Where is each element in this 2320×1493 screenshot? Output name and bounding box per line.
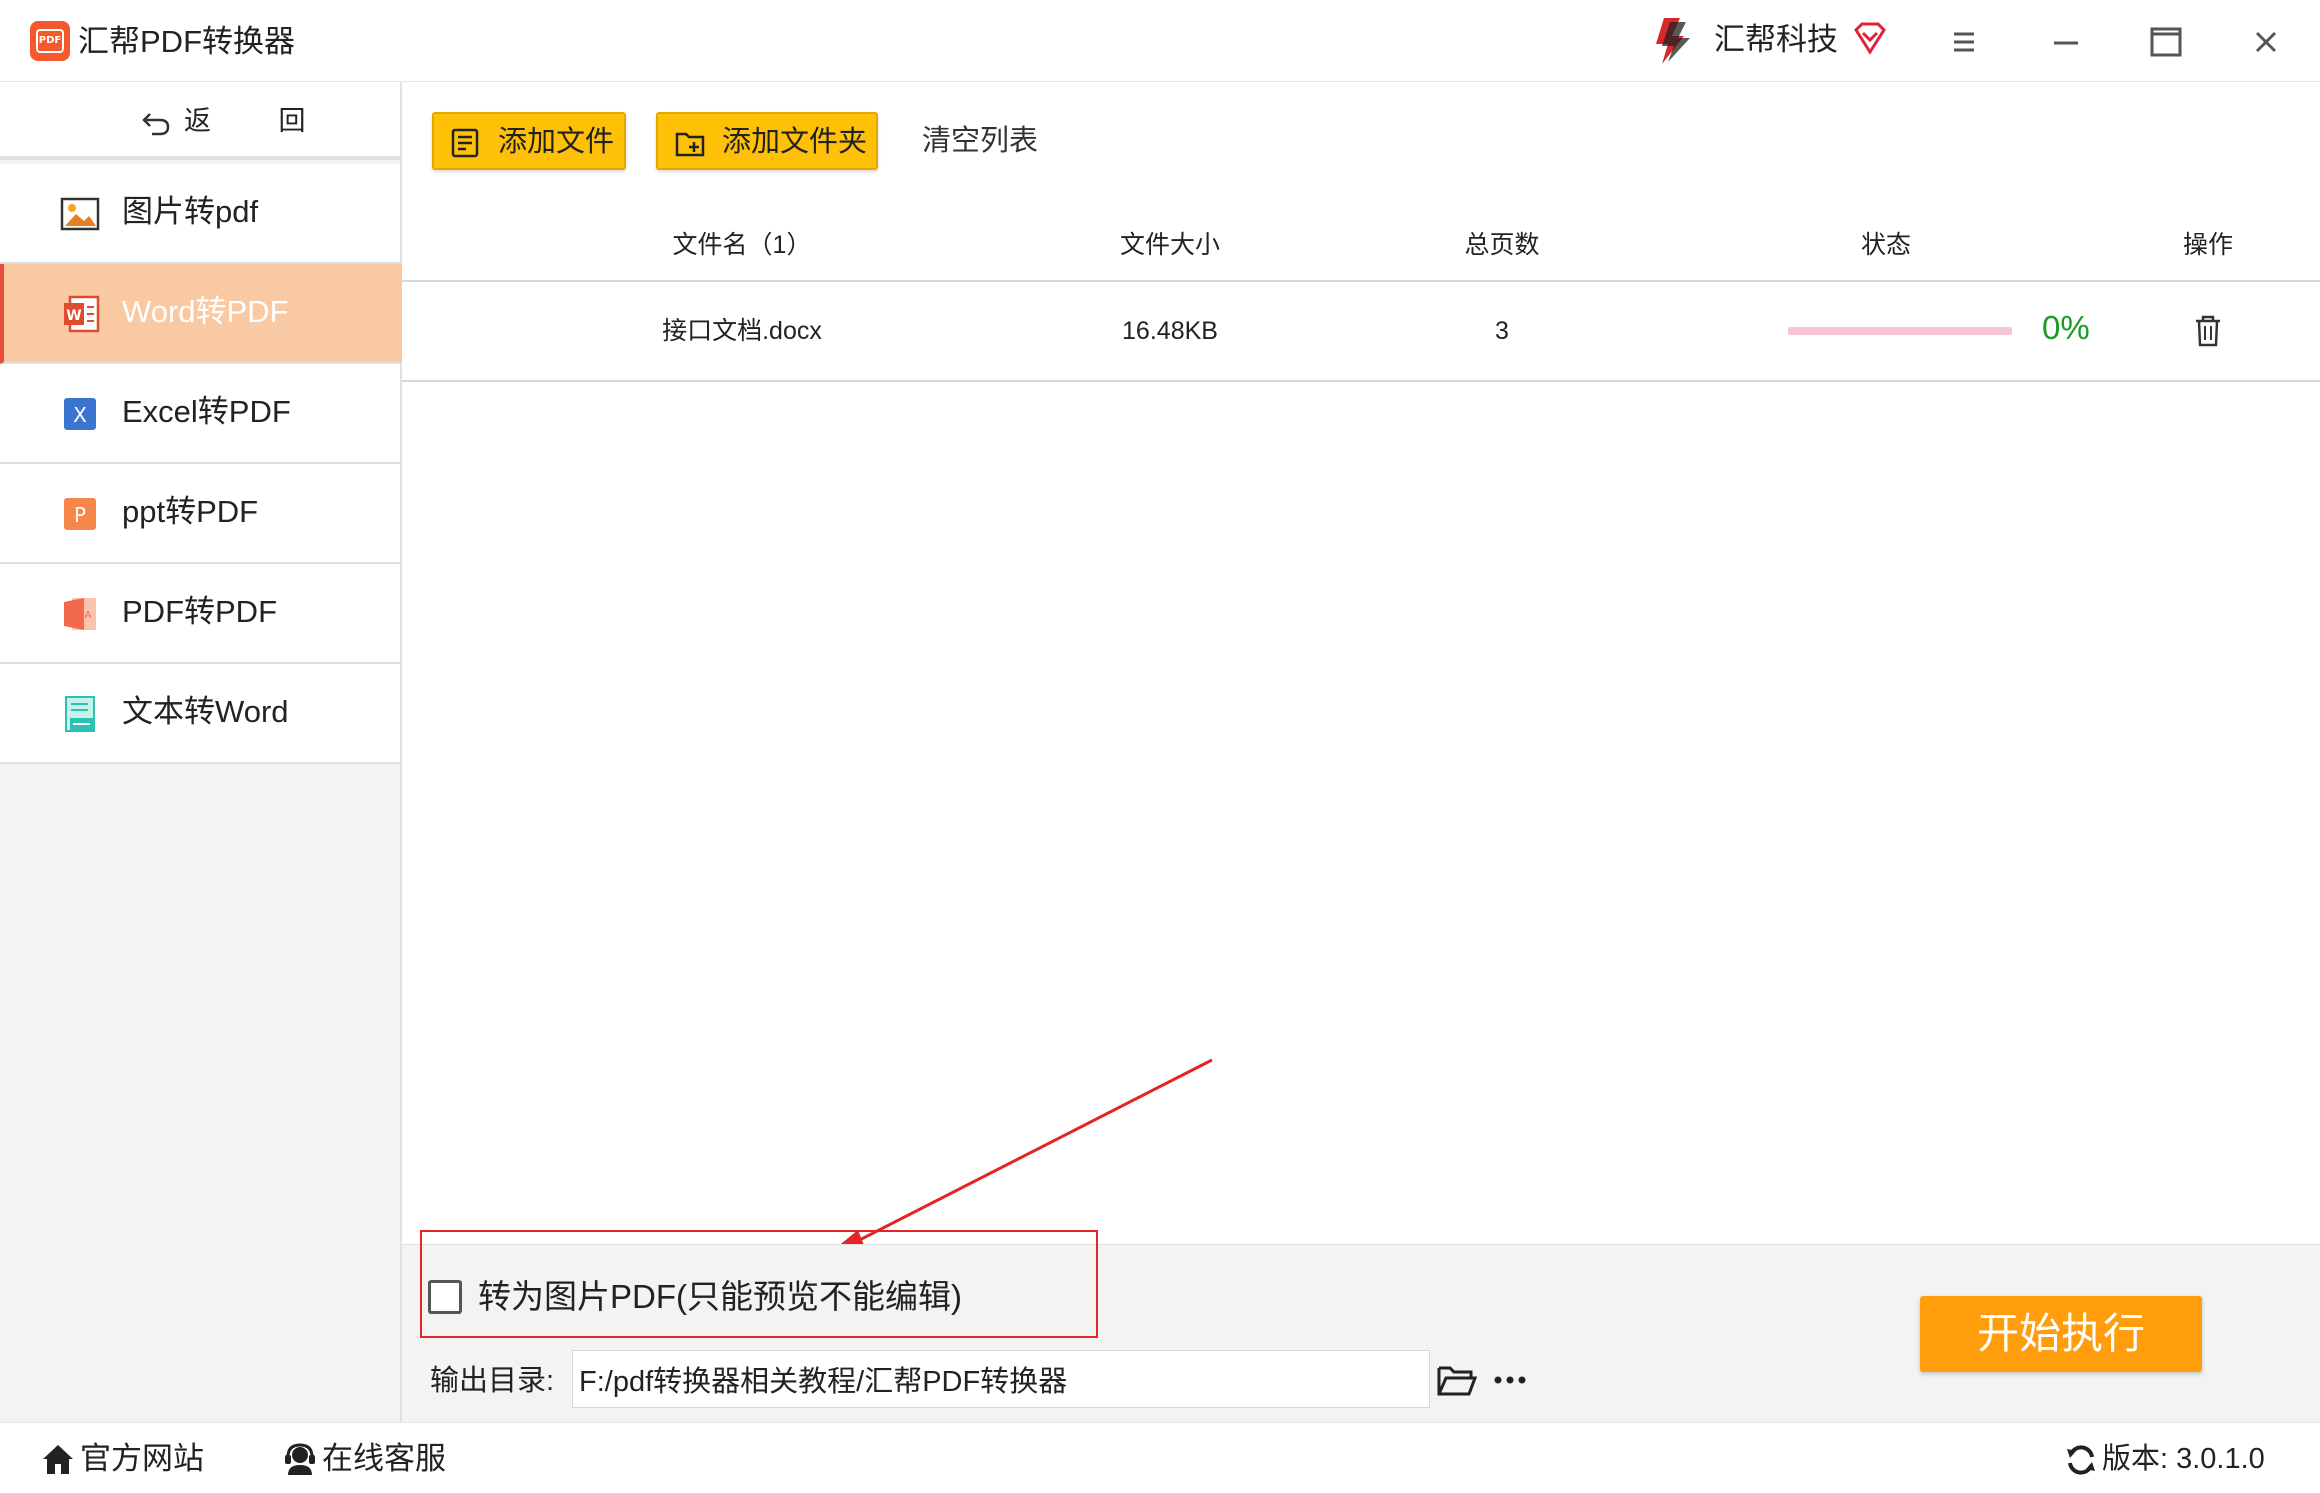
start-button[interactable]: 开始执行: [1920, 1296, 2202, 1372]
sidebar-item-excel-to-pdf[interactable]: X Excel转PDF: [0, 364, 400, 464]
svg-text:X: X: [73, 403, 87, 427]
add-file-button[interactable]: 添加文件: [432, 112, 626, 170]
maximize-icon[interactable]: [2146, 22, 2186, 62]
text-icon: [65, 696, 95, 732]
sidebar-item-text-to-word[interactable]: 文本转Word: [0, 664, 400, 764]
status-bar: 官方网站 在线客服 版本: 3.0.1.0: [0, 1422, 2320, 1493]
back-button[interactable]: 返 回: [0, 82, 400, 160]
progress-percent: 0%: [2042, 309, 2090, 346]
clear-list-button[interactable]: 清空列表: [922, 122, 1038, 160]
app-logo-icon: PDF: [30, 21, 70, 61]
column-header-action: 操作: [2182, 231, 2233, 259]
brand-name: 汇帮科技: [1714, 22, 1838, 57]
svg-text:W: W: [66, 308, 81, 324]
sidebar-item-label: Word转PDF: [122, 294, 289, 329]
sidebar-item-label: 图片转pdf: [122, 194, 259, 229]
sidebar-item-label: ppt转PDF: [122, 494, 259, 529]
page-count-cell: 3: [1495, 317, 1509, 345]
svg-text:P: P: [74, 503, 86, 527]
svg-text:A: A: [85, 610, 92, 621]
image-icon: [60, 197, 100, 231]
file-size-cell: 16.48KB: [1122, 317, 1218, 345]
sidebar-item-image-to-pdf[interactable]: 图片转pdf: [0, 164, 400, 264]
version-label: 版本: 3.0.1.0: [2102, 1443, 2265, 1475]
file-table-header: 文件名（1） 文件大小 总页数 状态 操作: [402, 212, 2320, 282]
add-folder-icon: [675, 132, 705, 157]
column-header-size: 文件大小: [1119, 231, 1220, 259]
word-icon: W: [64, 295, 100, 333]
headset-icon: [285, 1443, 315, 1475]
sidebar-item-word-to-pdf[interactable]: W Word转PDF: [0, 264, 404, 364]
excel-icon: X: [64, 398, 96, 430]
home-icon: [43, 1445, 73, 1474]
to-image-pdf-checkbox[interactable]: [428, 1280, 462, 1314]
delete-icon[interactable]: [2192, 314, 2224, 348]
sidebar-item-label: 文本转Word: [122, 694, 289, 729]
more-options-icon[interactable]: [1490, 1362, 1530, 1398]
add-file-label: 添加文件: [498, 126, 615, 158]
add-folder-label: 添加文件夹: [722, 126, 868, 158]
official-website-label: 官方网站: [80, 1441, 204, 1476]
back-label: 返 回: [184, 106, 336, 136]
back-arrow-icon: [142, 113, 170, 136]
column-header-pages: 总页数: [1464, 231, 1540, 259]
file-name-cell: 接口文档.docx: [662, 317, 822, 345]
sidebar-item-label: Excel转PDF: [122, 394, 291, 429]
pdf-icon: A: [64, 598, 96, 630]
ppt-icon: P: [64, 498, 96, 530]
output-dir-label: 输出目录:: [430, 1365, 555, 1397]
brand-logo-icon: [1656, 18, 1690, 64]
app-title: 汇帮PDF转换器: [78, 24, 295, 59]
minimize-icon[interactable]: [2046, 22, 2086, 62]
sidebar-item-label: PDF转PDF: [122, 594, 277, 629]
column-header-name: 文件名（1）: [672, 231, 812, 259]
add-file-icon: [451, 128, 479, 158]
folder-open-icon[interactable]: [1436, 1360, 1478, 1398]
close-icon[interactable]: [2246, 22, 2286, 62]
table-row[interactable]: 接口文档.docx 16.48KB 3 0%: [402, 282, 2320, 382]
add-folder-button[interactable]: 添加文件夹: [656, 112, 878, 170]
refresh-icon: [2067, 1445, 2095, 1475]
column-header-status: 状态: [1860, 231, 1911, 259]
to-image-pdf-label[interactable]: 转为图片PDF(只能预览不能编辑): [478, 1276, 962, 1318]
vip-diamond-icon[interactable]: [1852, 20, 1888, 56]
online-support-label: 在线客服: [322, 1441, 446, 1476]
menu-icon[interactable]: [1944, 22, 1984, 62]
output-dir-input[interactable]: [572, 1350, 1430, 1408]
progress-bar: [1788, 327, 2012, 335]
sidebar-item-pdf-to-pdf[interactable]: A PDF转PDF: [0, 564, 400, 664]
sidebar-item-ppt-to-pdf[interactable]: P ppt转PDF: [0, 464, 400, 564]
